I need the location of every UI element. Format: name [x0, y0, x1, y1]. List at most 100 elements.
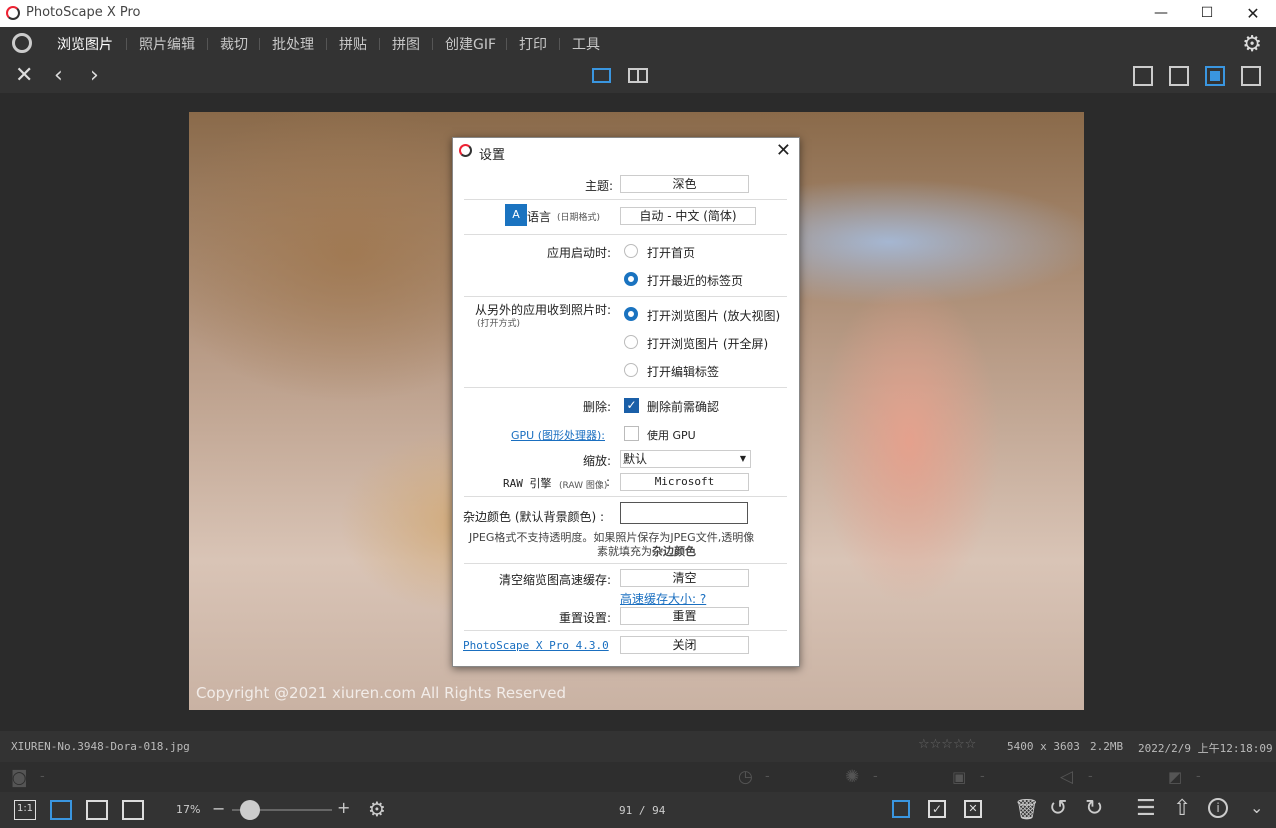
tab-tools[interactable]: 工具: [572, 34, 600, 54]
shutter-value: -: [765, 769, 770, 784]
raw-engine-sublabel: (RAW 图像): [559, 481, 608, 491]
settings-gear-icon[interactable]: ⚙: [1242, 32, 1262, 57]
view-settings-gear-icon[interactable]: ⚙: [368, 797, 386, 821]
matte-note-text: 素就填充为: [597, 545, 652, 558]
ev-icon: ◩: [1168, 768, 1183, 786]
grid-view-icon[interactable]: [1133, 66, 1153, 86]
receive-fullscreen-label: 打开浏览图片 (开全屏): [647, 337, 769, 351]
tab-collage[interactable]: 拼贴: [339, 34, 367, 54]
zoom-out-button[interactable]: −: [212, 799, 225, 818]
close-window-button[interactable]: ✕: [1230, 0, 1276, 27]
tab-create-gif[interactable]: 创建GIF: [445, 34, 496, 54]
tab-editor[interactable]: 照片编辑: [139, 34, 195, 54]
receive-viewer-radio[interactable]: [624, 307, 638, 321]
ev-value: -: [1196, 769, 1201, 784]
startup-recent-radio[interactable]: [624, 272, 638, 286]
previous-icon[interactable]: ‹: [54, 65, 63, 87]
file-info-bar: XIUREN-No.3948-Dora-018.jpg ☆☆☆☆☆ 5400 x…: [0, 731, 1276, 762]
dialog-close-icon[interactable]: ✕: [776, 140, 791, 161]
receive-sublabel: (打开方式): [477, 319, 521, 329]
menu-divider: [259, 38, 260, 50]
aperture-icon: ✺: [845, 767, 860, 787]
fullscreen-icon[interactable]: [1241, 66, 1261, 86]
tab-crop[interactable]: 裁切: [220, 34, 248, 54]
delete-confirm-checkbox[interactable]: ✓: [624, 398, 639, 413]
home-icon[interactable]: [12, 33, 32, 53]
share-upload-icon[interactable]: ⇧: [1173, 796, 1191, 821]
clear-cache-button[interactable]: 清空: [620, 569, 749, 587]
list-view-icon[interactable]: [1169, 66, 1189, 86]
select-none-icon[interactable]: [892, 800, 910, 818]
dialog-title: 设置: [479, 148, 506, 163]
rotate-right-icon[interactable]: ↻: [1085, 796, 1103, 821]
next-icon[interactable]: ›: [90, 65, 99, 87]
exif-bar: ◙ - ◷ - ✺ - ▣ - ◁ - ◩ -: [0, 762, 1276, 792]
adjust-sliders-icon[interactable]: ☰: [1136, 796, 1156, 821]
menu-divider: [559, 38, 560, 50]
tab-print[interactable]: 打印: [519, 34, 547, 54]
raw-engine-select[interactable]: Microsoft: [620, 473, 749, 491]
file-name: XIUREN-No.3948-Dora-018.jpg: [11, 740, 190, 753]
delete-trash-icon[interactable]: 🗑: [1014, 797, 1039, 821]
iso-value: -: [980, 769, 985, 784]
rotate-left-icon[interactable]: ↺: [1049, 796, 1067, 821]
app-logo-icon: [6, 6, 20, 20]
fit-screen-icon[interactable]: [122, 800, 144, 820]
menu-divider: [432, 38, 433, 50]
actual-size-button[interactable]: 1:1: [14, 800, 36, 820]
zoom-setting-select[interactable]: 默认 ▼: [620, 450, 751, 468]
maximize-button[interactable]: ☐: [1184, 0, 1230, 27]
exposure-icon: ◁: [1060, 767, 1074, 787]
close-button[interactable]: 关闭: [620, 636, 749, 654]
dialog-logo-icon: [459, 144, 472, 157]
divider: [464, 234, 787, 235]
divider: [464, 296, 787, 297]
reset-button[interactable]: 重置: [620, 607, 749, 625]
fit-to-window-icon[interactable]: [50, 800, 72, 820]
version-link[interactable]: PhotoScape X Pro 4.3.0: [463, 639, 609, 652]
receive-fullscreen-radio[interactable]: [624, 335, 638, 349]
theme-select[interactable]: 深色: [620, 175, 749, 193]
raw-engine-colon: :: [606, 475, 611, 489]
cache-size-link[interactable]: 高速缓存大小: ?: [620, 590, 706, 607]
gpu-link[interactable]: GPU (图形处理器):: [511, 427, 605, 443]
large-view-icon[interactable]: [1205, 66, 1225, 86]
deselect-icon[interactable]: ✕: [964, 800, 982, 818]
rating-stars[interactable]: ☆☆☆☆☆: [918, 737, 976, 752]
delete-confirm-label: 删除前需确認: [647, 400, 720, 414]
zoom-value: 17%: [176, 803, 201, 816]
reset-label: 重置设置:: [559, 611, 612, 625]
camera-icon: ◙: [11, 768, 28, 788]
collapse-chevron-icon[interactable]: ⌄: [1250, 798, 1263, 817]
tab-combine[interactable]: 拼图: [392, 34, 420, 54]
use-gpu-label: 使用 GPU: [647, 429, 696, 442]
language-select[interactable]: 自动 - 中文 (简体): [620, 207, 756, 225]
main-menu-bar: 浏览图片 照片编辑 裁切 批处理 拼贴 拼图 创建GIF 打印 工具 ⚙: [0, 27, 1276, 59]
single-view-icon[interactable]: [592, 68, 611, 83]
window-title: PhotoScape X Pro: [26, 5, 141, 20]
tab-viewer[interactable]: 浏览图片: [57, 34, 113, 54]
startup-home-radio[interactable]: [624, 244, 638, 258]
theme-label: 主题:: [584, 179, 613, 193]
camera-value: -: [40, 769, 45, 784]
startup-recent-label: 打开最近的标签页: [647, 274, 744, 288]
matte-note-emphasis: 杂边颜色: [652, 545, 696, 558]
tab-batch[interactable]: 批处理: [272, 34, 314, 54]
minimize-button[interactable]: —: [1138, 0, 1184, 27]
settings-dialog: 设置 ✕ 主题: 深色 A 语言 (日期格式) 自动 - 中文 (简体) 应用启…: [452, 137, 800, 667]
zoom-slider-handle[interactable]: [240, 800, 260, 820]
matte-color-swatch[interactable]: [620, 502, 748, 524]
receive-editor-radio[interactable]: [624, 363, 638, 377]
zoom-in-button[interactable]: +: [337, 798, 350, 817]
image-dimensions: 5400 x 3603: [1007, 740, 1080, 753]
info-icon[interactable]: i: [1208, 798, 1228, 818]
menu-divider: [207, 38, 208, 50]
use-gpu-checkbox[interactable]: [624, 426, 639, 441]
select-checked-icon[interactable]: ✓: [928, 800, 946, 818]
dropdown-arrow-icon: ▼: [739, 454, 746, 463]
fit-width-icon[interactable]: [86, 800, 108, 820]
menu-divider: [379, 38, 380, 50]
matte-note-line2: 素就填充为杂边颜色: [597, 543, 696, 559]
close-icon[interactable]: ✕: [15, 65, 33, 87]
split-view-icon[interactable]: [628, 68, 648, 83]
